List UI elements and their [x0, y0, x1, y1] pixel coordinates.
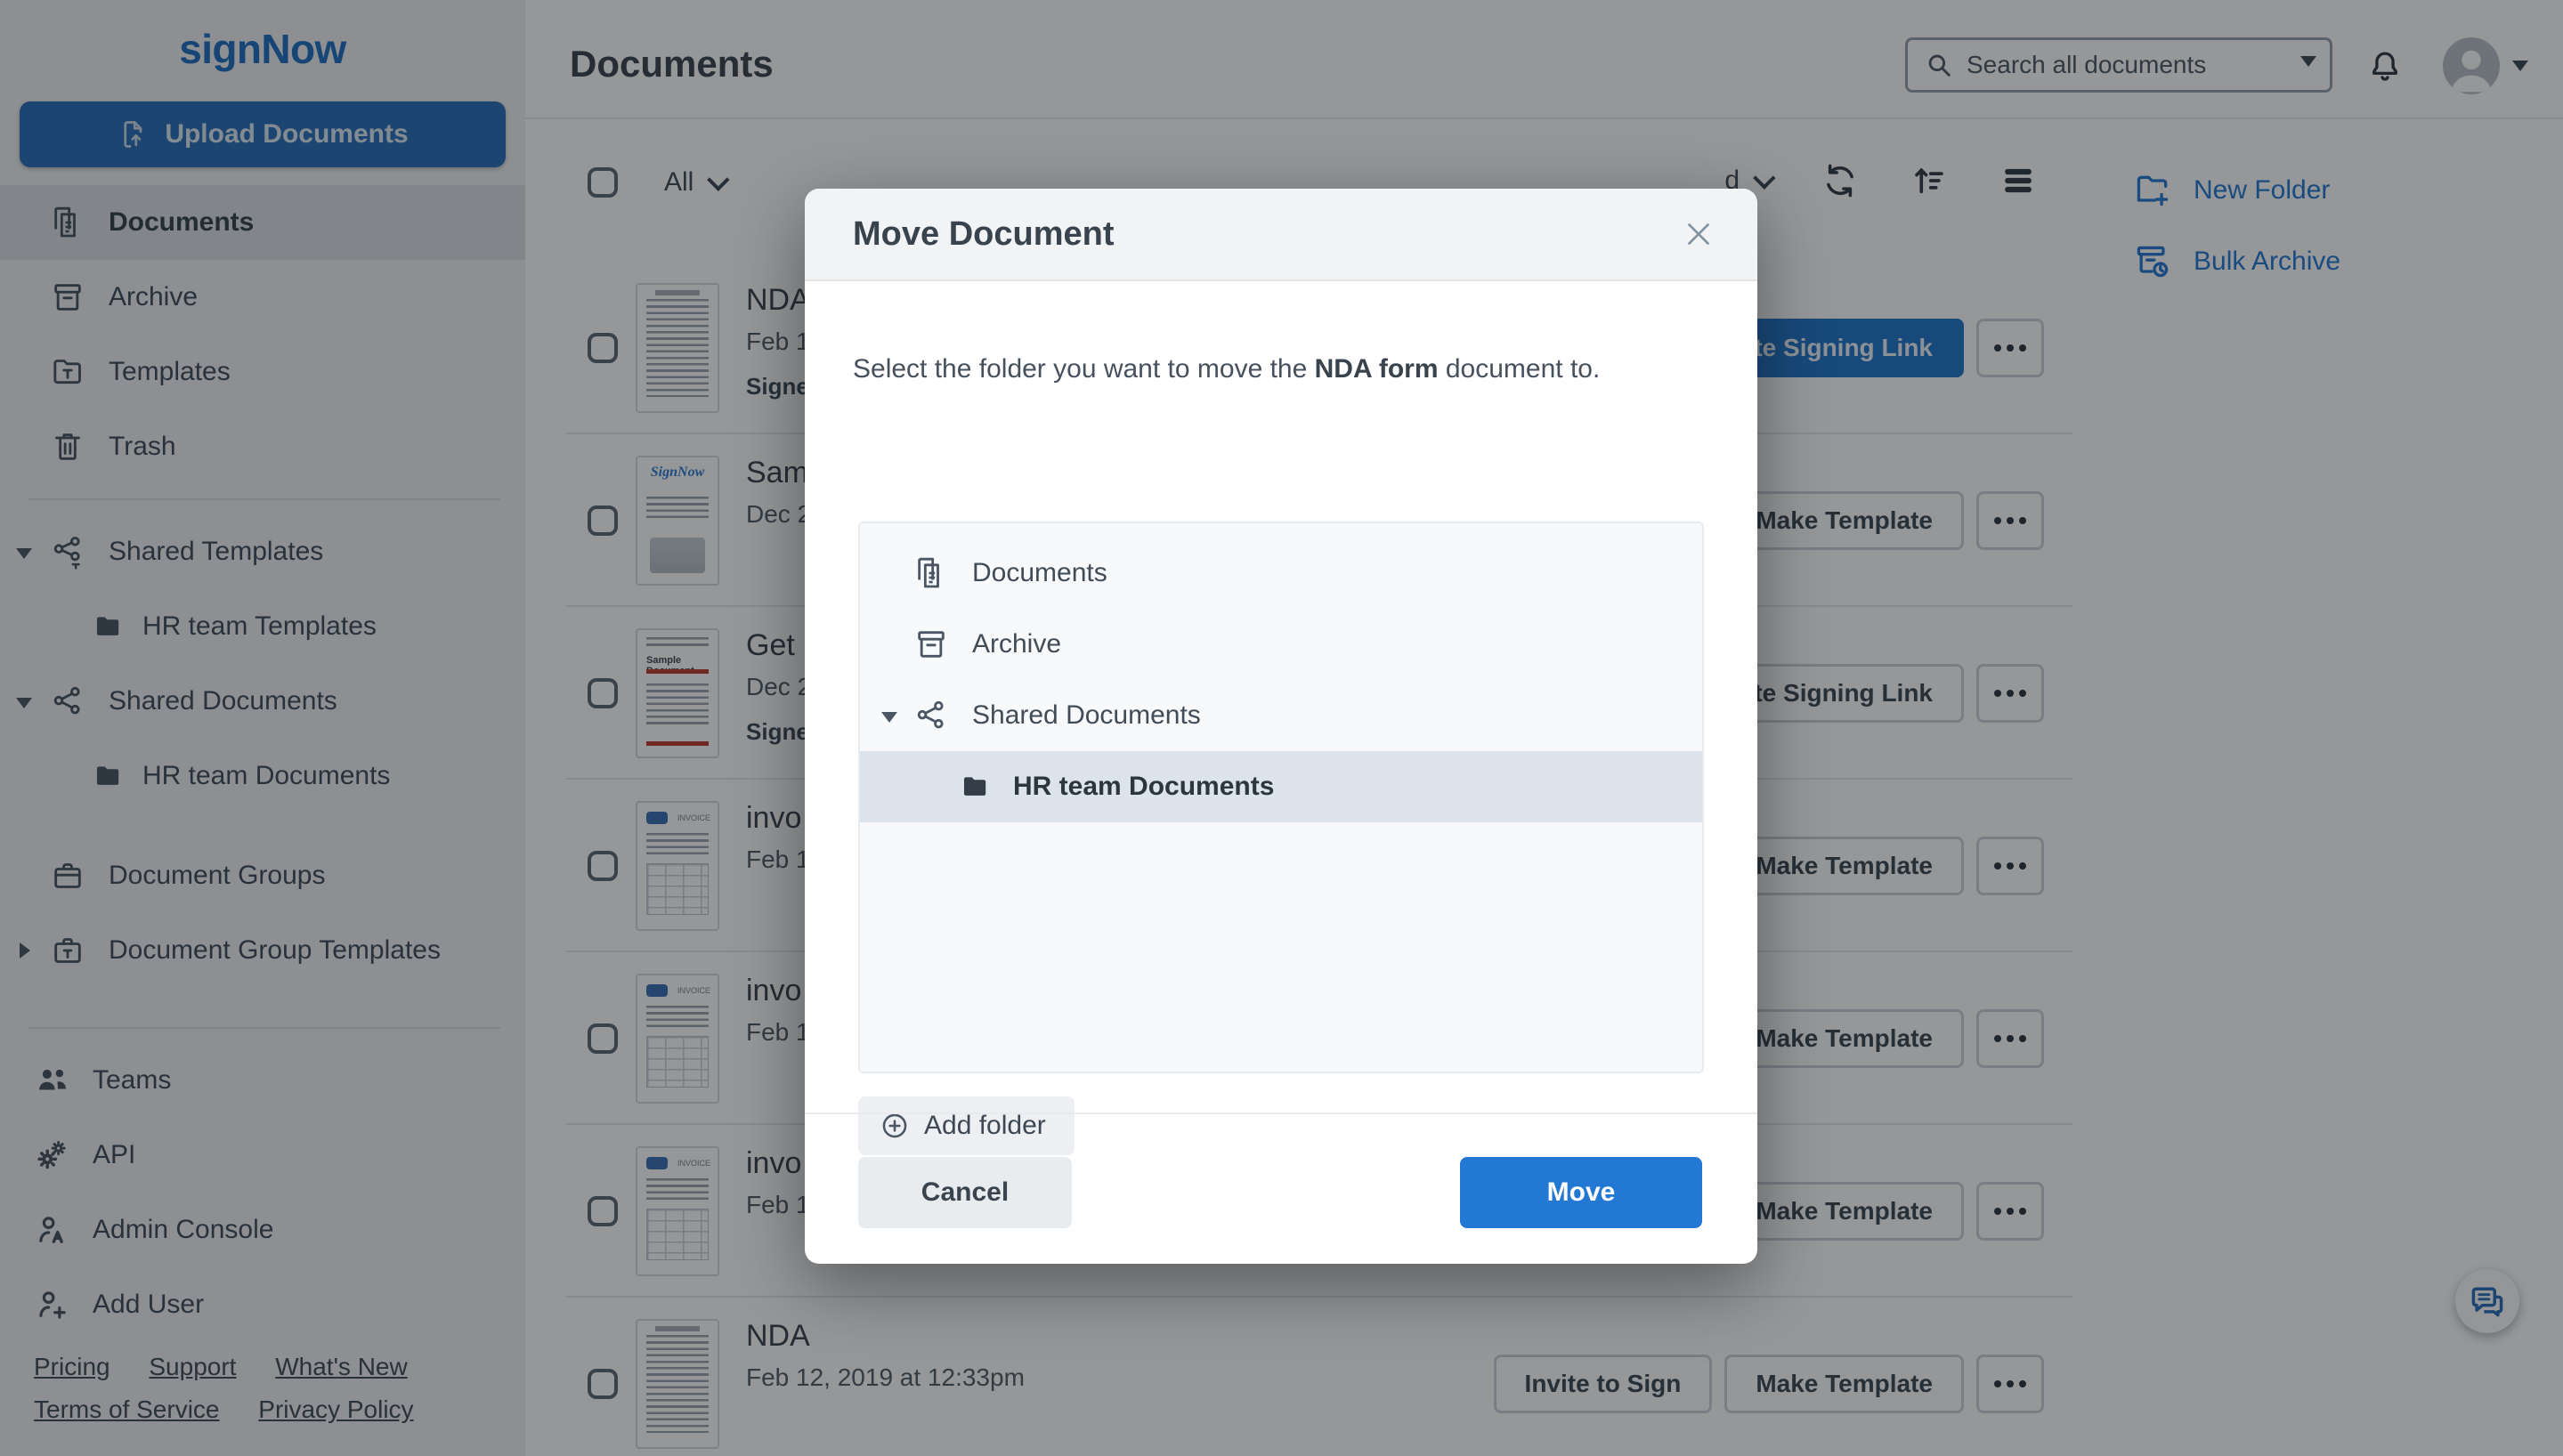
share-icon	[913, 698, 949, 733]
modal-body: Select the folder you want to move the N…	[805, 281, 1757, 1155]
close-icon[interactable]	[1683, 218, 1715, 250]
folder-option-label: Documents	[972, 558, 1107, 587]
modal-description: Select the folder you want to move the N…	[853, 354, 1601, 384]
folder-option-documents[interactable]: Documents	[860, 538, 1702, 609]
cancel-button[interactable]: Cancel	[858, 1157, 1072, 1228]
folder-tree-panel: Documents Archive Shared Documents HR te…	[858, 522, 1704, 1073]
folder-option-label: Shared Documents	[972, 700, 1201, 730]
folder-icon	[960, 772, 990, 802]
modal-title: Move Document	[853, 214, 1115, 253]
modal-footer: Cancel Move	[805, 1112, 1757, 1264]
folder-option-hr-team-documents[interactable]: HR team Documents	[860, 751, 1702, 822]
document-name: NDA form	[1314, 354, 1439, 384]
move-button[interactable]: Move	[1460, 1157, 1702, 1228]
folder-option-label: Archive	[972, 629, 1062, 659]
archive-icon	[913, 627, 949, 662]
folder-option-archive[interactable]: Archive	[860, 609, 1702, 680]
modal-header: Move Document	[805, 189, 1757, 281]
folder-option-shared-documents[interactable]: Shared Documents	[860, 680, 1702, 751]
chevron-down-icon[interactable]	[881, 711, 897, 731]
app-window: signNow Upload Documents Documents Archi…	[0, 0, 2563, 1456]
folder-option-label: HR team Documents	[1013, 772, 1275, 801]
move-document-modal: Move Document Select the folder you want…	[805, 189, 1757, 1264]
documents-icon	[913, 555, 949, 591]
